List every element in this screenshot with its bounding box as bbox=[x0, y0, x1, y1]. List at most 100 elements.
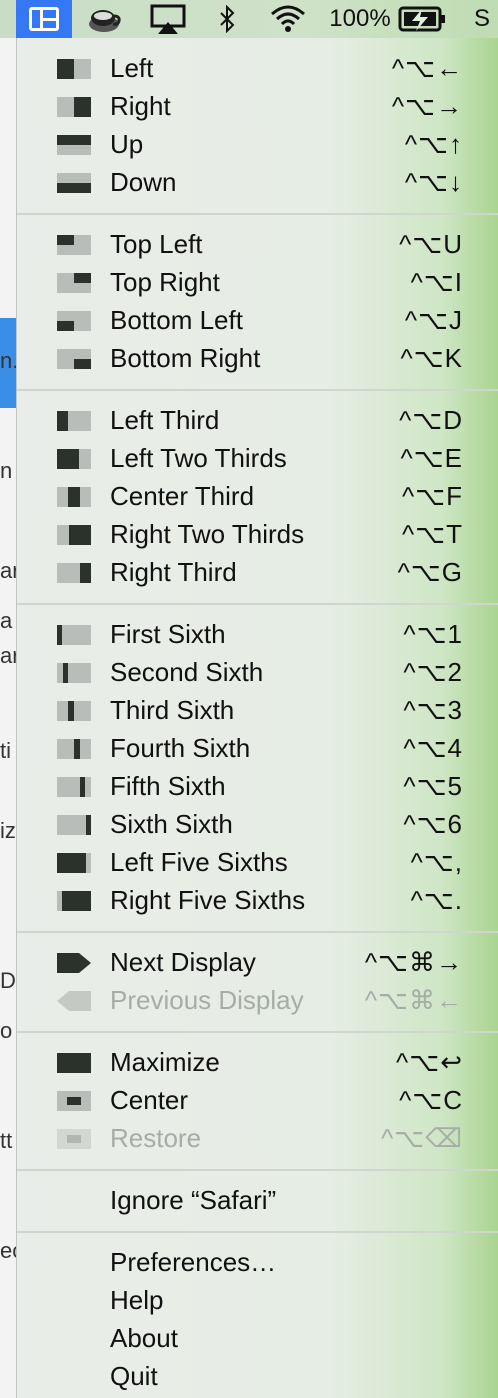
center-third-icon bbox=[57, 487, 91, 507]
keyboard-shortcut: ^⌥← bbox=[391, 53, 463, 83]
menu-item-label: Next Display bbox=[110, 947, 256, 977]
menu-item-ignore-safari[interactable]: Ignore “Safari” bbox=[17, 1182, 498, 1220]
sixth-sixth-icon bbox=[57, 815, 91, 835]
keyboard-shortcut: ^⌥U bbox=[399, 229, 463, 259]
menu-item-label: Left Five Sixths bbox=[110, 847, 288, 877]
menu-item-quit[interactable]: Quit bbox=[17, 1358, 498, 1396]
menu-separator bbox=[17, 1169, 498, 1171]
menu-item-bottom-left[interactable]: Bottom Left ^⌥J bbox=[17, 302, 498, 340]
second-sixth-icon bbox=[57, 663, 91, 683]
background-text-fragment: D bbox=[0, 968, 16, 993]
menu-item-label: Top Left bbox=[110, 229, 203, 259]
background-text-fragment: a bbox=[0, 608, 13, 633]
menu-item-label: Help bbox=[110, 1285, 164, 1315]
battery-charging-icon[interactable] bbox=[396, 0, 450, 38]
menu-item-second-sixth[interactable]: Second Sixth ^⌥2 bbox=[17, 654, 498, 692]
menu-item-label: Center Third bbox=[110, 481, 255, 511]
coffee-cup-icon[interactable] bbox=[84, 0, 124, 38]
menu-item-bottom-right[interactable]: Bottom Right ^⌥K bbox=[17, 340, 498, 378]
menu-item-first-sixth[interactable]: First Sixth ^⌥1 bbox=[17, 616, 498, 654]
top-right-icon bbox=[57, 273, 91, 293]
menu-item-third-sixth[interactable]: Third Sixth ^⌥3 bbox=[17, 692, 498, 730]
menu-item-label: Left Third bbox=[110, 405, 220, 435]
menu-item-sixth-sixth[interactable]: Sixth Sixth ^⌥6 bbox=[17, 806, 498, 844]
keyboard-shortcut: ^⌥D bbox=[399, 405, 463, 435]
top-left-icon bbox=[57, 235, 91, 255]
keyboard-shortcut: ^⌥F bbox=[401, 481, 463, 511]
menu-item-left[interactable]: Left ^⌥← bbox=[17, 50, 498, 88]
menu-item-label: Quit bbox=[110, 1361, 158, 1391]
menu-separator bbox=[17, 389, 498, 391]
bottom-right-icon bbox=[57, 349, 91, 369]
wifi-icon[interactable] bbox=[264, 0, 312, 38]
menu-item-help[interactable]: Help bbox=[17, 1282, 498, 1320]
menu-item-next-display[interactable]: Next Display ^⌥⌘→ bbox=[17, 944, 498, 982]
menu-item-preferences[interactable]: Preferences… bbox=[17, 1244, 498, 1282]
keyboard-shortcut: ^⌥↑ bbox=[404, 129, 463, 159]
menu-item-label: Right Third bbox=[110, 557, 237, 587]
right-third-icon bbox=[57, 563, 91, 583]
first-sixth-icon bbox=[57, 625, 91, 645]
left-five-sixths-icon bbox=[57, 853, 91, 873]
fifth-sixth-icon bbox=[57, 777, 91, 797]
background-text-fragment: n bbox=[0, 458, 13, 483]
menu-item-label: Preferences… bbox=[110, 1247, 277, 1277]
menu-item-label: Ignore “Safari” bbox=[110, 1185, 277, 1215]
center-icon bbox=[57, 1091, 91, 1111]
menu-item-right[interactable]: Right ^⌥→ bbox=[17, 88, 498, 126]
keyboard-shortcut: ^⌥2 bbox=[403, 657, 463, 687]
menu-item-down[interactable]: Down ^⌥↓ bbox=[17, 164, 498, 202]
menu-item-previous-display[interactable]: Previous Display ^⌥⌘← bbox=[17, 982, 498, 1020]
menu-item-right-third[interactable]: Right Third ^⌥G bbox=[17, 554, 498, 592]
menu-item-center[interactable]: Center ^⌥C bbox=[17, 1082, 498, 1120]
right-two-thirds-icon bbox=[57, 525, 91, 545]
menu-item-center-third[interactable]: Center Third ^⌥F bbox=[17, 478, 498, 516]
menu-item-top-right[interactable]: Top Right ^⌥I bbox=[17, 264, 498, 302]
background-text-fragment: ec bbox=[0, 1238, 16, 1263]
keyboard-shortcut: ^⌥4 bbox=[403, 733, 463, 763]
airplay-icon[interactable] bbox=[146, 0, 190, 38]
background-window: n. n ar a ar ti iz Do tt ec bbox=[0, 38, 16, 1398]
menu-item-right-two-thirds[interactable]: Right Two Thirds ^⌥T bbox=[17, 516, 498, 554]
background-text-fragment: iz bbox=[0, 818, 16, 843]
menu-item-about[interactable]: About bbox=[17, 1320, 498, 1358]
menu-bar: 100% S bbox=[0, 0, 498, 38]
keyboard-shortcut: ^⌥T bbox=[401, 519, 463, 549]
background-text-fragment: o bbox=[0, 1018, 13, 1043]
menu-item-left-third[interactable]: Left Third ^⌥D bbox=[17, 402, 498, 440]
menu-item-label: Up bbox=[110, 129, 144, 159]
menu-item-fourth-sixth[interactable]: Fourth Sixth ^⌥4 bbox=[17, 730, 498, 768]
menubar-clipped-item[interactable]: S bbox=[474, 0, 498, 38]
menu-item-label: Third Sixth bbox=[110, 695, 235, 725]
menu-item-label: Sixth Sixth bbox=[110, 809, 233, 839]
menu-separator bbox=[17, 931, 498, 933]
keyboard-shortcut: ^⌥⌘← bbox=[364, 985, 463, 1015]
keyboard-shortcut: ^⌥J bbox=[404, 305, 463, 335]
menu-item-top-left[interactable]: Top Left ^⌥U bbox=[17, 226, 498, 264]
bluetooth-icon[interactable] bbox=[210, 0, 244, 38]
rectangle-app-icon[interactable] bbox=[16, 0, 72, 38]
menu-separator bbox=[17, 1031, 498, 1033]
background-text-fragment: tt bbox=[0, 1128, 13, 1153]
keyboard-shortcut: ^⌥⌫ bbox=[381, 1123, 463, 1153]
menu-item-up[interactable]: Up ^⌥↑ bbox=[17, 126, 498, 164]
menu-item-right-five-sixths[interactable]: Right Five Sixths ^⌥. bbox=[17, 882, 498, 920]
right-five-sixths-icon bbox=[57, 891, 91, 911]
menu-item-maximize[interactable]: Maximize ^⌥↩ bbox=[17, 1044, 498, 1082]
menu-item-left-five-sixths[interactable]: Left Five Sixths ^⌥, bbox=[17, 844, 498, 882]
menu-item-restore[interactable]: Restore ^⌥⌫ bbox=[17, 1120, 498, 1158]
maximize-icon bbox=[57, 1053, 91, 1073]
rectangle-menu: Left ^⌥← Right ^⌥→ Up ^⌥↑ Down ^⌥↓ Top Left ^⌥U To… bbox=[16, 38, 498, 1398]
menu-item-label: Left bbox=[110, 53, 154, 83]
top-half-icon bbox=[57, 135, 91, 155]
menu-item-label: Center bbox=[110, 1085, 189, 1115]
menu-item-label: Previous Display bbox=[110, 985, 304, 1015]
background-text-fragment: ar bbox=[0, 558, 16, 583]
third-sixth-icon bbox=[57, 701, 91, 721]
menu-item-label: Right Two Thirds bbox=[110, 519, 305, 549]
menu-item-label: Top Right bbox=[110, 267, 220, 297]
menu-item-fifth-sixth[interactable]: Fifth Sixth ^⌥5 bbox=[17, 768, 498, 806]
menu-item-left-two-thirds[interactable]: Left Two Thirds ^⌥E bbox=[17, 440, 498, 478]
left-two-thirds-icon bbox=[57, 449, 91, 469]
keyboard-shortcut: ^⌥⌘→ bbox=[364, 947, 463, 977]
